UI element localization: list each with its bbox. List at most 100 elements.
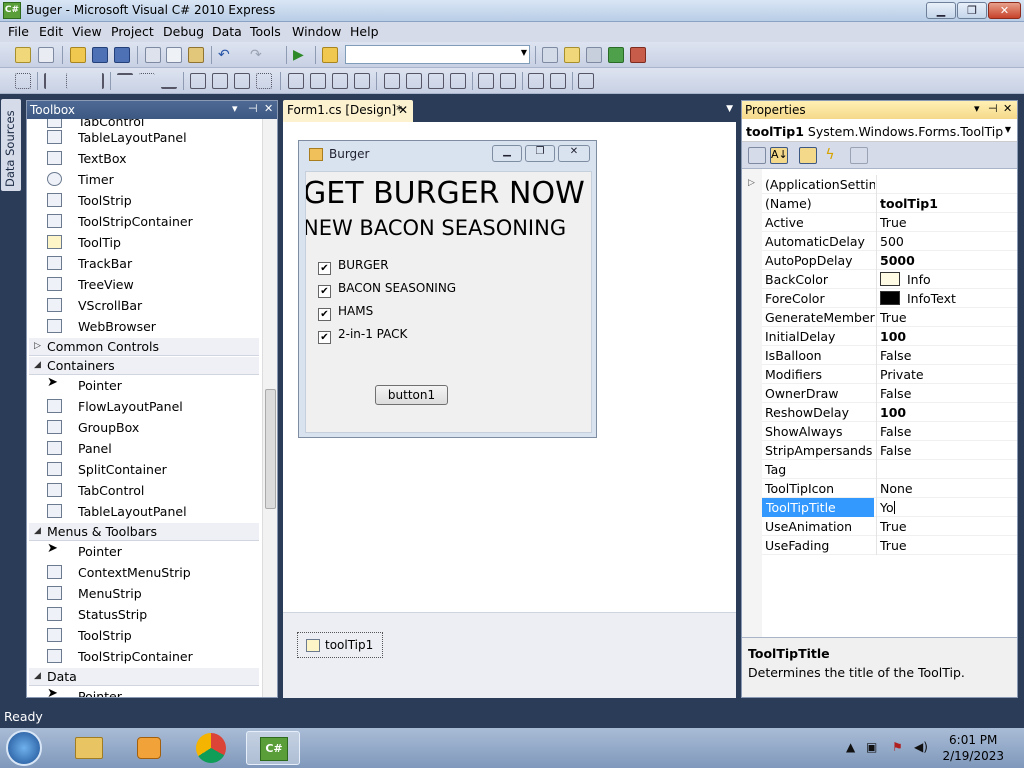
start-button[interactable]	[6, 730, 42, 766]
toolbox-item[interactable]: SplitContainer	[27, 459, 263, 480]
toolbox-item[interactable]: FlowLayoutPanel	[27, 396, 263, 417]
add-item-icon[interactable]	[38, 47, 54, 63]
increase-horizontal-spacing-icon[interactable]	[310, 73, 326, 89]
property-value[interactable]: True	[876, 308, 1016, 327]
send-to-back-icon[interactable]	[550, 73, 566, 89]
new-project-icon[interactable]	[15, 47, 31, 63]
property-row[interactable]: ShowAlways False	[762, 422, 1017, 441]
toolbox-item[interactable]: VScrollBar	[27, 295, 263, 316]
category-menus-toolbars[interactable]: ◢ Menus & Toolbars	[29, 523, 259, 541]
toolbox-item[interactable]: ToolStrip	[27, 190, 263, 211]
maximize-button[interactable]: ❐	[957, 2, 987, 19]
property-row[interactable]: AutomaticDelay 500	[762, 232, 1017, 251]
menu-tools[interactable]: Tools	[250, 24, 281, 39]
property-value[interactable]: Yo	[876, 498, 1016, 517]
toolbox-item[interactable]: TreeView	[27, 274, 263, 295]
toolbox-icon[interactable]	[608, 47, 624, 63]
property-value[interactable]: 5000	[876, 251, 1016, 270]
toolbox-item[interactable]: StatusStrip	[27, 604, 263, 625]
panel-close-icon[interactable]: ✕	[264, 102, 273, 115]
property-row[interactable]: OwnerDraw False	[762, 384, 1017, 403]
toolbox-item[interactable]: TextBox	[27, 148, 263, 169]
copy-icon[interactable]	[166, 47, 182, 63]
system-clock[interactable]: 6:01 PM 2/19/2023	[942, 732, 1004, 764]
checkbox-bacon-seasoning[interactable]: ✔ BACON SEASONING	[318, 281, 456, 298]
checkbox-burger[interactable]: ✔ BURGER	[318, 258, 389, 275]
property-row[interactable]: BackColor Info	[762, 270, 1017, 289]
property-value[interactable]: True	[876, 517, 1016, 536]
toolbox-item[interactable]: ContextMenuStrip	[27, 562, 263, 583]
heading-label-2[interactable]: NEW BACON SEASONING	[306, 216, 566, 240]
toolbox-item[interactable]: MenuStrip	[27, 583, 263, 604]
align-centers-icon[interactable]	[66, 73, 82, 89]
property-value[interactable]: True	[876, 213, 1016, 232]
minimize-button[interactable]: ▁	[926, 2, 956, 19]
property-row[interactable]: InitialDelay 100	[762, 327, 1017, 346]
property-value[interactable]: 500	[876, 232, 1016, 251]
property-row[interactable]: AutoPopDelay 5000	[762, 251, 1017, 270]
media-player-taskbar-button[interactable]	[122, 731, 176, 765]
category-containers[interactable]: ◢ Containers	[29, 357, 259, 375]
center-horizontally-icon[interactable]	[478, 73, 494, 89]
bring-to-front-icon[interactable]	[528, 73, 544, 89]
property-row[interactable]: ToolTipTitle Yo	[762, 498, 1017, 517]
property-row[interactable]: UseFading True	[762, 536, 1017, 555]
extension-icon[interactable]	[630, 47, 646, 63]
checkbox-hams[interactable]: ✔ HAMS	[318, 304, 373, 321]
toolbox-item[interactable]: ➤ Pointer	[27, 541, 263, 562]
open-file-icon[interactable]	[70, 47, 86, 63]
panel-close-icon[interactable]: ✕	[1003, 102, 1012, 115]
panel-dropdown-icon[interactable]: ▾	[232, 102, 238, 115]
property-row[interactable]: Modifiers Private	[762, 365, 1017, 384]
make-same-width-icon[interactable]	[190, 73, 206, 89]
vertical-spacing-icon[interactable]	[384, 73, 400, 89]
action-center-flag-icon[interactable]: ⚑	[892, 740, 903, 754]
toolbox-item[interactable]: WebBrowser	[27, 316, 263, 337]
menu-data[interactable]: Data	[212, 24, 242, 39]
properties-view-icon[interactable]	[799, 147, 817, 164]
toolbox-item[interactable]: TrackBar	[27, 253, 263, 274]
pin-icon[interactable]: ⊣	[988, 102, 998, 115]
volume-icon[interactable]: ◀)	[914, 740, 928, 754]
alphabetical-icon[interactable]: A↓	[770, 147, 788, 164]
property-value[interactable]: None	[876, 479, 1016, 498]
horizontal-spacing-icon[interactable]	[288, 73, 304, 89]
remove-horizontal-spacing-icon[interactable]	[354, 73, 370, 89]
property-row[interactable]: GenerateMember True	[762, 308, 1017, 327]
align-tops-icon[interactable]	[117, 73, 133, 89]
form-designer-surface[interactable]: Burger ▁ ❐ ✕ GET BURGER NOW NEW BACON SE…	[283, 122, 736, 612]
scrollbar-thumb[interactable]	[265, 389, 276, 509]
toolbox-scrollbar[interactable]	[262, 119, 277, 697]
property-pages-icon[interactable]	[850, 147, 868, 164]
category-common-controls[interactable]: ▷ Common Controls	[29, 338, 259, 356]
property-value[interactable]: toolTip1	[876, 194, 1016, 213]
align-to-grid-icon[interactable]	[15, 73, 31, 89]
save-icon[interactable]	[92, 47, 108, 63]
toolbox-item[interactable]: TableLayoutPanel	[27, 501, 263, 522]
increase-vertical-spacing-icon[interactable]	[406, 73, 422, 89]
category-data[interactable]: ◢ Data	[29, 668, 259, 686]
align-rights-icon[interactable]	[88, 73, 104, 89]
menu-edit[interactable]: Edit	[39, 24, 63, 39]
close-button[interactable]: ✕	[988, 2, 1021, 19]
make-same-height-icon[interactable]	[212, 73, 228, 89]
property-value[interactable]: True	[876, 536, 1016, 555]
property-row[interactable]: UseAnimation True	[762, 517, 1017, 536]
size-to-grid-icon[interactable]	[256, 73, 272, 89]
property-value[interactable]: 100	[876, 403, 1016, 422]
cut-icon[interactable]	[145, 47, 161, 63]
expand-arrow-icon[interactable]: ▷	[748, 178, 755, 188]
visual-csharp-taskbar-button[interactable]: C#	[246, 731, 300, 765]
redo-icon[interactable]: ↷	[250, 47, 266, 63]
decrease-vertical-spacing-icon[interactable]	[428, 73, 444, 89]
property-row[interactable]: Active True	[762, 213, 1017, 232]
menu-help[interactable]: Help	[350, 24, 379, 39]
properties-window-icon[interactable]	[564, 47, 580, 63]
events-lightning-icon[interactable]: ϟ	[821, 147, 839, 164]
toolbox-item[interactable]: ToolStripContainer	[27, 646, 263, 667]
property-row[interactable]: IsBalloon False	[762, 346, 1017, 365]
property-row[interactable]: ForeColor InfoText	[762, 289, 1017, 308]
property-value[interactable]: False	[876, 422, 1016, 441]
network-icon[interactable]: ▣	[866, 740, 877, 754]
align-bottoms-icon[interactable]	[161, 73, 177, 89]
